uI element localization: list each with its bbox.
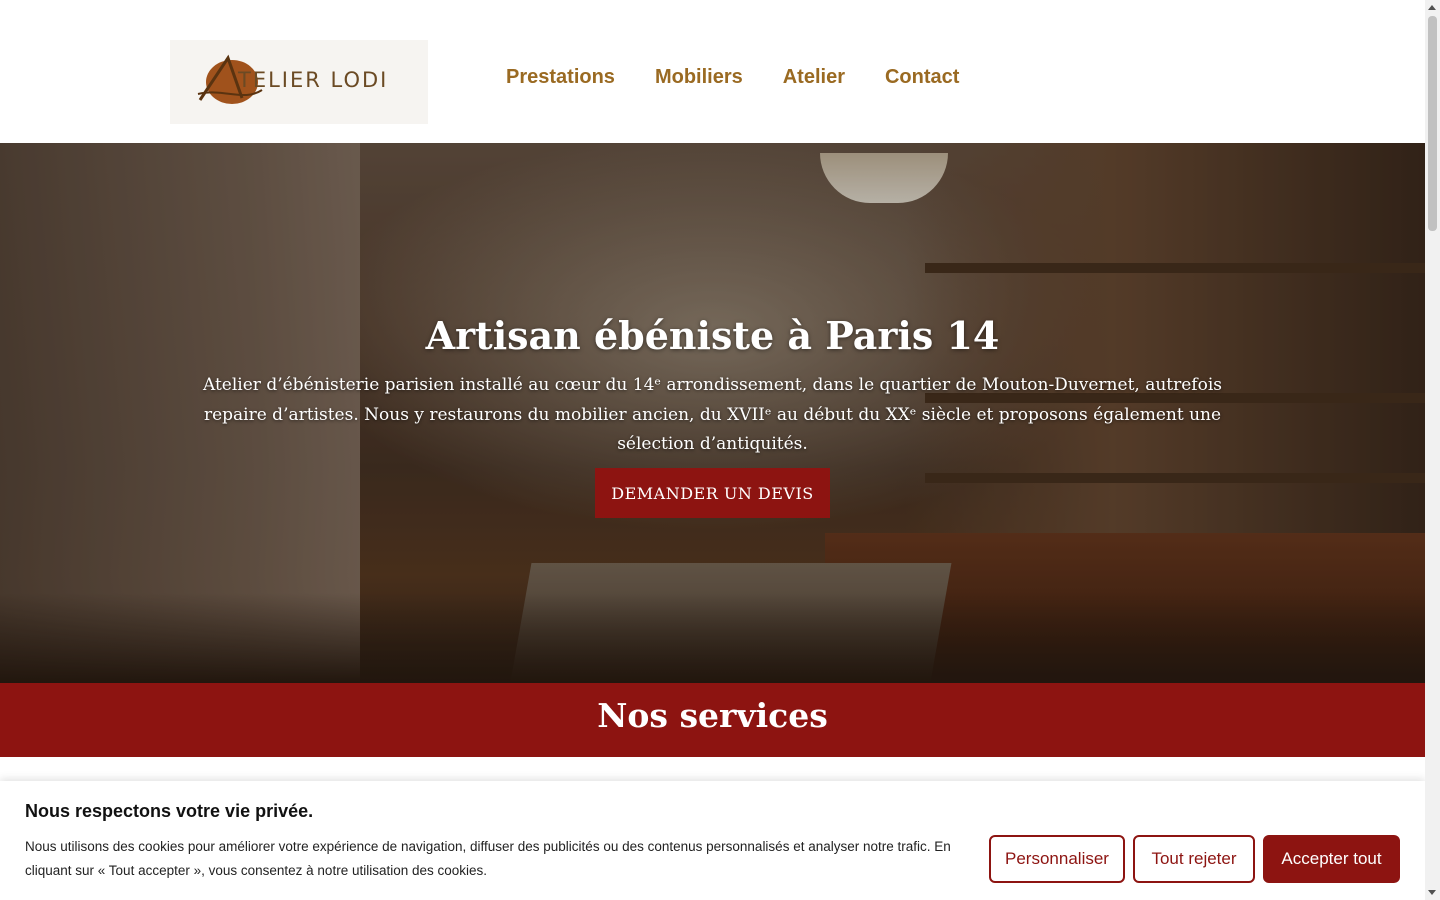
accept-all-cookies-button[interactable]: Accepter tout xyxy=(1263,835,1400,883)
cookie-actions: Personnaliser Tout rejeter Accepter tout xyxy=(989,835,1400,883)
services-title: Nos services xyxy=(597,696,828,735)
logo[interactable]: TELIER LODI xyxy=(170,40,428,124)
reject-all-cookies-button[interactable]: Tout rejeter xyxy=(1133,835,1255,883)
hero-banner: Artisan ébéniste à Paris 14 Atelier d’éb… xyxy=(0,143,1425,683)
cookie-title: Nous respectons votre vie privée. xyxy=(25,801,314,821)
customize-cookies-button[interactable]: Personnaliser xyxy=(989,835,1125,883)
site-header: TELIER LODI Prestations Mobiliers Atelie… xyxy=(0,0,1425,143)
scrollbar-thumb[interactable] xyxy=(1428,16,1437,231)
request-quote-button[interactable]: DEMANDER UN DEVIS xyxy=(595,468,830,518)
main-nav: Prestations Mobiliers Atelier Contact xyxy=(506,66,959,89)
page-scrollbar[interactable] xyxy=(1425,0,1440,900)
scroll-up-icon[interactable] xyxy=(1428,5,1436,10)
nav-prestations[interactable]: Prestations xyxy=(506,66,615,89)
hero-title: Artisan ébéniste à Paris 14 xyxy=(425,313,1000,358)
scroll-down-icon[interactable] xyxy=(1428,890,1436,895)
hero-description: Atelier d’ébénisterie parisien installé … xyxy=(203,375,1222,454)
nav-mobiliers[interactable]: Mobiliers xyxy=(655,66,743,89)
nav-atelier[interactable]: Atelier xyxy=(783,66,845,89)
nav-contact[interactable]: Contact xyxy=(885,66,959,89)
cookie-text: Nous utilisons des cookies pour améliore… xyxy=(25,839,951,878)
services-section: Nos services xyxy=(0,683,1425,757)
logo-text: TELIER LODI xyxy=(238,68,389,92)
cookie-banner: Nous respectons votre vie privée. Nous u… xyxy=(0,781,1425,900)
